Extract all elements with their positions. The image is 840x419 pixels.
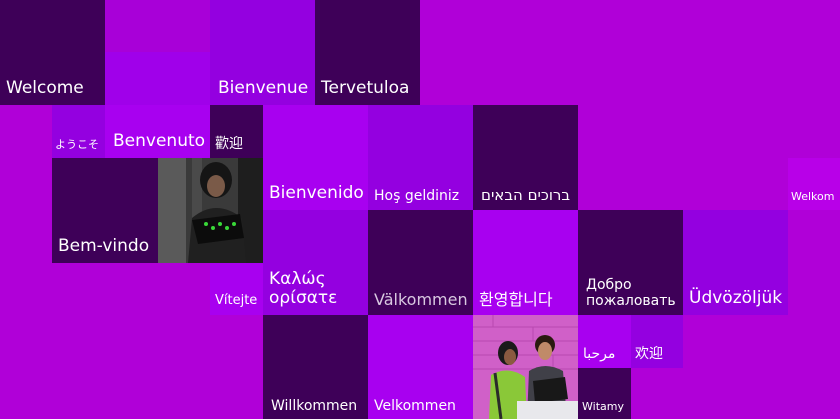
tile-label: Witamy	[582, 400, 624, 414]
tile-label: ようこそ	[55, 138, 99, 152]
tile-valkommen[interactable]: Välkommen	[368, 210, 473, 315]
tile-label: Welkom	[791, 190, 835, 204]
tile-bienvenue[interactable]: Bienvenue	[210, 0, 315, 105]
tile-udvozoljuk[interactable]: Üdvözöljük	[683, 210, 788, 315]
tile-huanying-cn[interactable]: 欢迎	[631, 315, 683, 368]
tile-willkommen[interactable]: Willkommen	[263, 315, 368, 419]
tile-welcome[interactable]: Welcome	[0, 0, 105, 105]
tile-bem-vindo[interactable]: Bem-vindo	[52, 158, 158, 263]
tile-dobro[interactable]: Добро пожаловать	[578, 210, 683, 315]
tile-velkommen[interactable]: Velkommen	[368, 315, 473, 419]
tile-tervetuloa[interactable]: Tervetuloa	[315, 0, 420, 105]
tile-youkoso[interactable]: ようこそ	[52, 105, 105, 158]
tile-label: Добро пожаловать	[586, 276, 676, 309]
tile-blank-1	[105, 0, 210, 52]
tile-label: Bienvenido	[269, 183, 364, 204]
tile-korean[interactable]: 환영합니다	[473, 210, 578, 315]
tile-witamy[interactable]: Witamy	[578, 368, 631, 419]
tile-label: Bem-vindo	[58, 236, 150, 257]
tile-label: ברוכים הבאים	[481, 185, 571, 204]
tile-label: Vítejte	[215, 293, 258, 309]
couple-laptop-image	[473, 315, 578, 419]
tile-welkom[interactable]: Welkom	[788, 158, 840, 210]
tile-label: Üdvözöljük	[689, 288, 783, 309]
tile-hos-geldiniz[interactable]: Hoş geldiniz	[368, 105, 473, 210]
tile-label: Welcome	[6, 78, 84, 99]
tile-label: Tervetuloa	[321, 78, 410, 99]
tile-benvenuto[interactable]: Benvenuto	[105, 105, 210, 158]
tile-marhaba[interactable]: مرحبا	[578, 315, 631, 368]
tile-label: Bienvenue	[218, 78, 309, 99]
tile-label: Välkommen	[374, 289, 468, 309]
tile-huanying-tw[interactable]: 歡迎	[210, 105, 263, 158]
photo-tile-woman-laptop[interactable]	[158, 158, 263, 263]
tile-label: Willkommen	[271, 397, 358, 414]
photo-tile-couple-laptop[interactable]	[473, 315, 578, 419]
tile-vitejte[interactable]: Vítejte	[210, 263, 263, 315]
tile-label: مرحبا	[583, 345, 616, 362]
tile-label: 欢迎	[635, 345, 663, 362]
tile-label: Benvenuto	[113, 131, 206, 152]
tile-label: Καλώς ορίσατε	[269, 268, 338, 309]
welcome-mosaic: Welcome Bienvenue Tervetuloa ようこそ Benven…	[0, 0, 840, 419]
tile-kalos[interactable]: Καλώς ορίσατε	[263, 210, 368, 315]
tile-hebrew[interactable]: ברוכים הבאים	[473, 105, 578, 210]
tile-label: Velkommen	[374, 397, 456, 414]
tile-label: 歡迎	[215, 135, 243, 152]
tile-bienvenido[interactable]: Bienvenido	[263, 105, 368, 210]
tile-blank-2	[105, 52, 210, 105]
tile-label: Hoş geldiniz	[374, 187, 460, 204]
tile-label: 환영합니다	[479, 289, 553, 309]
woman-laptop-image	[158, 158, 263, 263]
